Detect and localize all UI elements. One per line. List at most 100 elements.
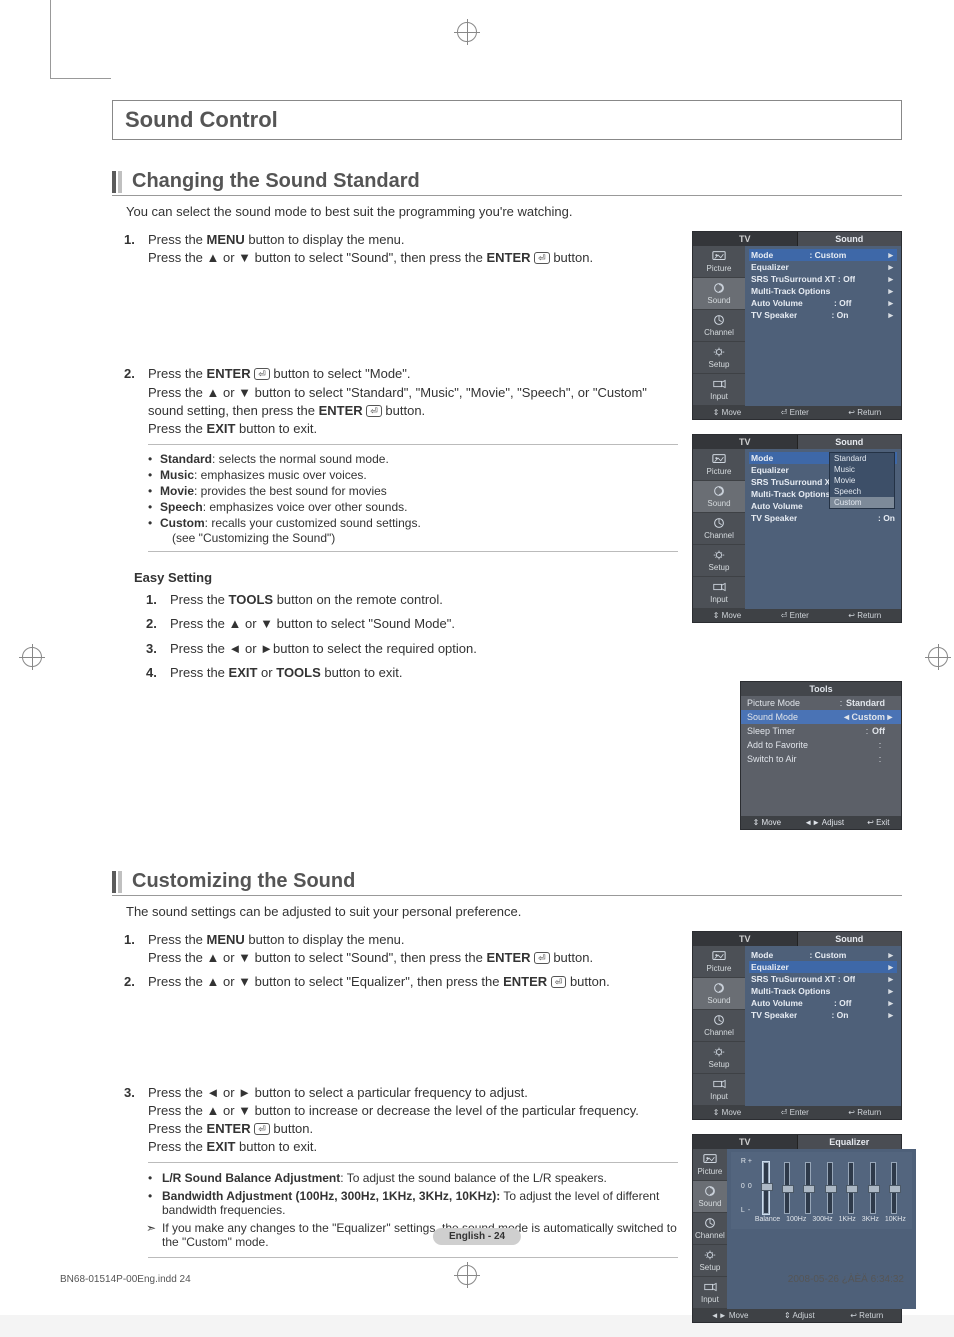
- sound-icon: [712, 485, 726, 497]
- step-number: 3.: [124, 1084, 135, 1102]
- chevron-right-icon: ►: [887, 262, 895, 272]
- tools-label: Add to Favorite: [747, 740, 875, 750]
- step-list: 1.Press the MENU button to display the m…: [112, 231, 678, 438]
- enter-icon: ⏎: [551, 976, 567, 988]
- eq-slider: [865, 1162, 880, 1214]
- channel-icon: [712, 1014, 726, 1026]
- osd-item-label: Auto Volume: [751, 298, 803, 308]
- osd-option: Custom: [830, 497, 894, 508]
- osd-nav-label: Channel: [704, 531, 734, 540]
- step-text: Press the TOOLS button on the remote con…: [170, 592, 443, 607]
- osd-hint: ⇕ Move: [713, 408, 742, 417]
- chapter-title: Sound Control: [125, 107, 889, 133]
- osd-item-label: SRS TruSurround XT : Off: [751, 974, 855, 984]
- bullet-item: Speech: emphasizes voice over other soun…: [148, 499, 678, 515]
- osd-nav-item: Sound: [693, 481, 745, 513]
- setup-icon: [712, 1046, 726, 1058]
- tools-row: Add to Favorite:: [741, 738, 901, 752]
- osd-hint: ↩ Return: [848, 611, 881, 620]
- section-title: Changing the Sound Standard: [132, 170, 420, 193]
- bullet-item: Music: emphasizes music over voices.: [148, 467, 678, 483]
- osd-hint: ◄► Move: [711, 1311, 749, 1320]
- step-number: 1.: [124, 231, 135, 249]
- osd-nav-item: Picture: [693, 246, 745, 278]
- step-item: 3.Press the ◄ or ► button to select a pa…: [112, 1084, 678, 1157]
- eq-slider: [844, 1162, 859, 1214]
- eq-plus-label: +: [748, 1158, 752, 1165]
- step-item: 2.Press the ENTER ⏎ button to select "Mo…: [112, 365, 678, 438]
- page: Sound Control Changing the Sound Standar…: [0, 0, 954, 1315]
- osd-nav-item: Input: [693, 577, 745, 609]
- eq-zero-label: 0: [748, 1183, 752, 1190]
- chevron-left-icon: ◄: [842, 712, 852, 722]
- osd-nav: PictureSoundChannelSetupInput: [693, 246, 745, 406]
- osd-nav-item: Setup: [693, 1042, 745, 1074]
- step-number: 2.: [124, 365, 135, 383]
- osd-nav-item: Channel: [693, 310, 745, 342]
- bullet-note: (see "Customizing the Sound"): [160, 531, 678, 545]
- osd-option: Speech: [830, 486, 894, 497]
- osd-item-value: : On: [878, 513, 895, 523]
- osd-option: Standard: [830, 453, 894, 464]
- sound-icon: [703, 1185, 717, 1197]
- osd-tab: TV: [693, 435, 798, 449]
- osd-nav-label: Input: [710, 1092, 728, 1101]
- tools-label: Switch to Air: [747, 754, 875, 764]
- sound-icon: [712, 282, 726, 294]
- chevron-right-icon: ►: [885, 712, 895, 722]
- imposition-file: BN68-01514P-00Eng.indd 24: [60, 1274, 191, 1285]
- eq-slider: [801, 1162, 816, 1214]
- section-title: Customizing the Sound: [132, 870, 355, 893]
- osd-nav-label: Channel: [695, 1231, 725, 1240]
- osd-nav-item: Channel: [693, 513, 745, 545]
- osd-pane: Mode: Custom►Equalizer ► SRS TruSurround X…: [745, 946, 901, 1106]
- osd-hint: ⏎ Enter: [781, 611, 809, 620]
- eq-r-label: R: [741, 1158, 746, 1165]
- osd-nav-label: Picture: [697, 1167, 722, 1176]
- enter-icon: ⏎: [534, 252, 550, 264]
- osd-nav-label: Channel: [704, 328, 734, 337]
- eq-band-label: 3KHz: [862, 1216, 879, 1223]
- eq-thumb: [846, 1185, 858, 1193]
- bullet-item: Movie: provides the best sound for movie…: [148, 483, 678, 499]
- osd-menu-item: SRS TruSurround XT : Off►: [749, 273, 897, 285]
- easy-setting-heading: Easy Setting: [134, 570, 678, 585]
- step-number: 1.: [146, 591, 157, 609]
- chevron-right-icon: ►: [887, 962, 895, 972]
- osd-hint: ⇕ Move: [713, 611, 742, 620]
- section-intro: The sound settings can be adjusted to su…: [126, 904, 902, 919]
- enter-icon: ⏎: [534, 952, 550, 964]
- eq-thumb: [782, 1185, 794, 1193]
- osd-item-value: : On: [831, 310, 848, 320]
- chevron-right-icon: ►: [887, 1010, 895, 1020]
- setup-icon: [712, 549, 726, 561]
- osd-item-label: Mode: [751, 250, 773, 260]
- imposition-footer: BN68-01514P-00Eng.indd 24 2008-05-26 ¿ÀÈ…: [60, 1274, 904, 1285]
- tools-label: Picture Mode: [747, 698, 836, 708]
- osd-hint: ⏎ Enter: [781, 1108, 809, 1117]
- osd-nav-item: Setup: [693, 342, 745, 374]
- osd-menu-item: Auto Volume: Off►: [749, 997, 897, 1009]
- enter-icon: ⏎: [366, 405, 382, 417]
- heading-bars-icon: [112, 871, 122, 893]
- eq-l-label: L: [741, 1207, 746, 1214]
- tools-label: Sleep Timer: [747, 726, 862, 736]
- eq-band-label: Balance: [755, 1216, 780, 1223]
- osd-tab: Sound: [798, 232, 902, 246]
- chevron-right-icon: ►: [887, 950, 895, 960]
- note-item: If you make any changes to the "Equalize…: [148, 1219, 678, 1251]
- osd-item-label: Equalizer: [751, 465, 789, 475]
- registration-mark-icon: [457, 22, 477, 42]
- osd-menu-item: Equalizer ►: [749, 961, 897, 973]
- osd-nav-label: Setup: [709, 1060, 730, 1069]
- osd-menu-item: Mode: Custom►: [749, 949, 897, 961]
- tools-value: Custom: [852, 712, 886, 722]
- osd-item-label: SRS TruSurround XT: [751, 477, 836, 487]
- osd-tab: TV: [693, 232, 798, 246]
- tools-row: Sound Mode◄Custom►: [741, 710, 901, 724]
- osd-nav: PictureSoundChannelSetupInput: [693, 1149, 727, 1309]
- osd-item-label: Equalizer: [751, 962, 789, 972]
- osd-tools-popup: ToolsPicture Mode:StandardSound Mode◄Cus…: [692, 681, 902, 830]
- step-text: Press the MENU button to display the men…: [148, 931, 678, 949]
- osd-item-label: Multi-Track Options: [751, 286, 830, 296]
